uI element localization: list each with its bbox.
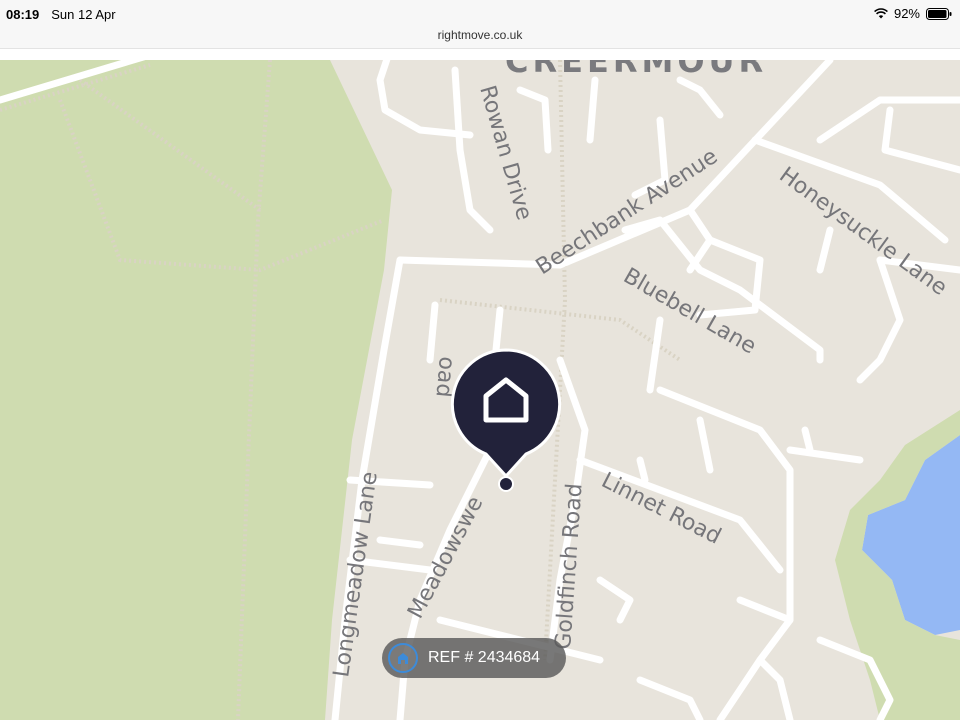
street-label-honeysuckle-lane: Honeysuckle Lane [774,163,951,301]
property-map-pin[interactable] [450,348,562,493]
home-icon [388,643,418,673]
park-area [0,60,392,720]
status-bar: 08:19 Sun 12 Apr 92% [0,0,960,28]
address-bar[interactable]: rightmove.co.uk [0,28,960,49]
pin-location-dot [498,476,514,492]
status-date: Sun 12 Apr [51,7,116,22]
reference-badge: REF # 2434684 [382,638,566,678]
street-label-rowan-drive: Rowan Drive [474,83,536,223]
battery-percent: 92% [893,6,920,21]
street-label-meadowsweet: Meadowswe [403,492,488,622]
battery-icon [926,7,952,20]
area-label: CREERMOUR [505,60,767,80]
status-time: 08:19 [6,7,40,22]
wifi-icon [874,8,888,19]
reference-number: REF # 2434684 [428,649,541,666]
street-label-goldfinch-road: Goldfinch Road [551,482,588,650]
url-text: rightmove.co.uk [437,28,523,42]
